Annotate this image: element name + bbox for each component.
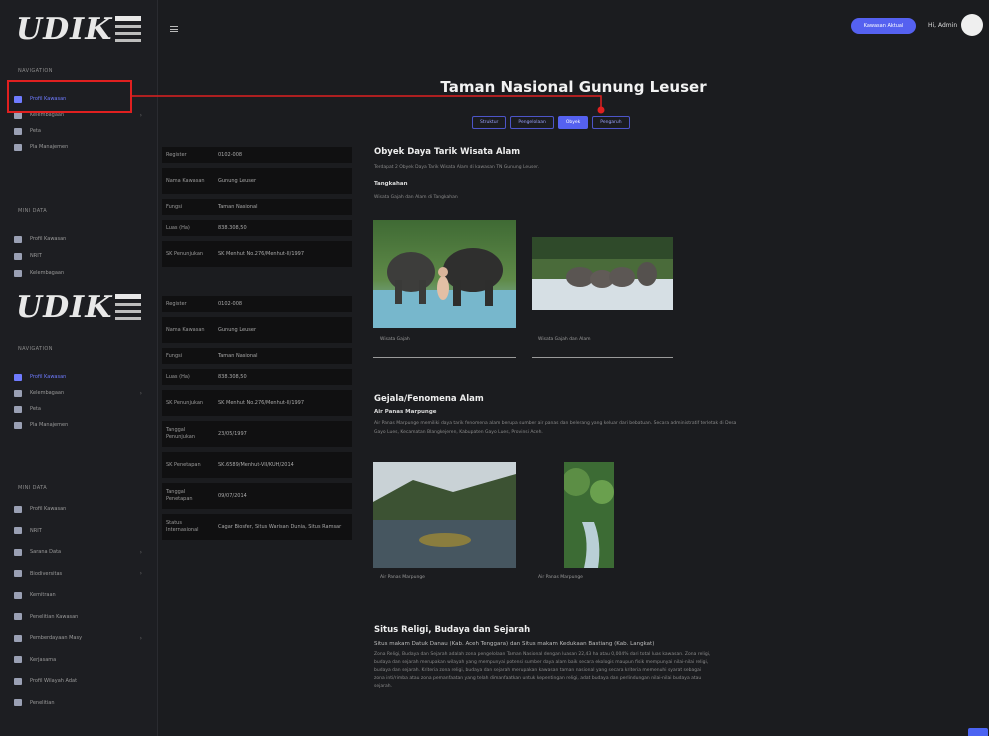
- callout-dot: [597, 106, 605, 114]
- info-value: 0102-008: [218, 151, 243, 158]
- caption-divider: [532, 357, 673, 358]
- elephant-photo-2[interactable]: [532, 237, 673, 310]
- info-table-row: Tanggal Penetapan 09/07/2014: [162, 483, 352, 509]
- section-title-situs: Situs Religi, Budaya dan Sejarah: [374, 625, 531, 635]
- paragraph-line: Zona Religi, Budaya dan Sejarah adalah z…: [374, 652, 711, 657]
- elephant-photo-1[interactable]: [373, 220, 516, 328]
- paragraph-line: budaya dan sejarah merupakan wilayah yan…: [374, 660, 709, 665]
- info-key: Tanggal Penetapan: [166, 489, 193, 502]
- section-desc: Terdapat 2 Obyek Daya Tarik Wisata Alam …: [374, 165, 540, 170]
- info-key: SK Penetapan: [166, 461, 201, 468]
- info-table-row: Luas (Ha) 838.308,50: [162, 220, 352, 236]
- info-table-row: SK Penetapan SK.6589/Menhut-VII/KUH/2014: [162, 452, 352, 478]
- caption-divider: [373, 357, 516, 358]
- info-table-row: Tanggal Penunjukan 23/05/1997: [162, 421, 352, 447]
- photo-caption: Air Panas Marpunge: [380, 575, 425, 580]
- info-key: Fungsi: [166, 352, 183, 359]
- section-title-odtwa: Obyek Daya Tarik Wisata Alam: [374, 147, 521, 157]
- info-value: 0102-008: [218, 300, 243, 307]
- info-table-row: Fungsi Taman Nasional: [162, 348, 352, 364]
- section-paragraph: Zona Religi, Budaya dan Sejarah adalah z…: [374, 651, 974, 691]
- subsection-title: Tangkahan: [374, 181, 408, 187]
- paragraph-line: zona inti/rimba atau zona pemanfaatan ya…: [374, 676, 702, 681]
- photo-caption: Wisata Gajah dan Alam: [538, 337, 591, 342]
- info-table-row: Fungsi Taman Nasional: [162, 199, 352, 215]
- info-key: Register: [166, 151, 187, 158]
- info-value: Taman Nasional: [218, 352, 258, 359]
- info-key: Fungsi: [166, 203, 183, 210]
- info-key: Status Internasional: [166, 520, 199, 533]
- info-table-row: Nama Kawasan Gunung Leuser: [162, 168, 352, 194]
- scroll-top-button[interactable]: [968, 728, 988, 736]
- info-key: Nama Kawasan: [166, 177, 205, 184]
- info-value: Gunung Leuser: [218, 326, 256, 333]
- info-key: SK Penunjukan: [166, 399, 204, 406]
- info-key: SK Penunjukan: [166, 250, 204, 257]
- info-value: 838.308,50: [218, 224, 247, 231]
- section-desc: Air Panas Marpunge memiliki daya tarik f…: [374, 421, 737, 426]
- info-value: Gunung Leuser: [218, 177, 256, 184]
- info-key: Register: [166, 300, 187, 307]
- info-table-row: Register 0102-008: [162, 147, 352, 163]
- hot-spring-photo-2[interactable]: [564, 462, 614, 568]
- info-table-row: Status Internasional Cagar Biosfer, Situs…: [162, 514, 352, 540]
- info-value: SK Menhut No.276/Menhut-II/1997: [218, 399, 305, 406]
- info-table-row: Luas (Ha) 838.308,50: [162, 369, 352, 385]
- info-key: Luas (Ha): [166, 373, 190, 380]
- info-table-row: SK Penunjukan SK Menhut No.276/Menhut-II/…: [162, 390, 352, 416]
- info-value: Taman Nasional: [218, 203, 258, 210]
- info-key: Tanggal Penunjukan: [166, 427, 196, 440]
- info-table-row: SK Penunjukan SK Menhut No.276/Menhut-II/…: [162, 241, 352, 267]
- info-value: 838.308,50: [218, 373, 247, 380]
- paragraph-line: budaya dan sejarah. Kriteria zona religi…: [374, 668, 702, 673]
- subsection-desc: Wisata Gajah dan Alam di Tangkahan: [374, 195, 458, 200]
- photo-caption: Wisata Gajah: [380, 337, 410, 342]
- info-table-row: Register 0102-008: [162, 296, 352, 312]
- section-desc: Gayo Lues, Kecamatan Blangkejeren, Kabup…: [374, 430, 543, 435]
- info-value: Cagar Biosfer, Situs Warisan Dunia, Situ…: [218, 523, 342, 530]
- info-key: Nama Kawasan: [166, 326, 205, 333]
- highlight-box: [7, 80, 132, 113]
- info-value: SK.6589/Menhut-VII/KUH/2014: [218, 461, 294, 468]
- photo-caption: Air Panas Marpunge: [538, 575, 583, 580]
- section-title-fenomena: Gejala/Fenomena Alam: [374, 394, 484, 404]
- info-table-row: Nama Kawasan Gunung Leuser: [162, 317, 352, 343]
- info-value: 09/07/2014: [218, 492, 247, 499]
- info-value: 23/05/1997: [218, 430, 247, 437]
- hot-spring-photo-1[interactable]: [373, 462, 516, 568]
- callout-line: [131, 95, 602, 110]
- subsection-title: Air Panas Marpunge: [374, 409, 437, 415]
- info-value: SK Menhut No.276/Menhut-II/1997: [218, 250, 305, 257]
- subsection-title: Situs makam Datuk Danau (Kab. Aceh Tengg…: [374, 641, 655, 647]
- paragraph-line: sejarah.: [374, 684, 393, 689]
- info-key: Luas (Ha): [166, 224, 190, 231]
